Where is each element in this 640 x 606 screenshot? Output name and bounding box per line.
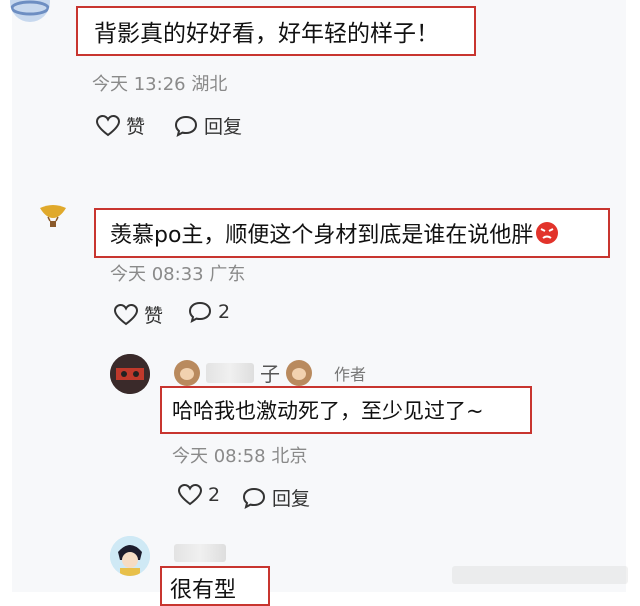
reply-1-like-count: 2 bbox=[208, 484, 221, 506]
heart-icon bbox=[114, 303, 138, 325]
reply-2-text-box: 很有型 bbox=[160, 566, 270, 606]
comment-1-like-label: 赞 bbox=[126, 116, 146, 138]
reply-1-text-box: 哈哈我也激动死了，至少见过了~ bbox=[160, 386, 532, 434]
avatar-image-icon bbox=[110, 354, 150, 394]
reply-1-reply-button[interactable]: 回复 bbox=[242, 484, 310, 511]
speech-bubble-icon bbox=[242, 487, 266, 509]
comment-1-text-box: 背影真的好好看，好年轻的样子！ bbox=[76, 6, 476, 56]
comment-1-text: 背影真的好好看，好年轻的样子！ bbox=[94, 21, 439, 47]
comment-1-meta: 今天 13:26 湖北 bbox=[92, 74, 228, 95]
reply-1-author-badge: 作者 bbox=[334, 364, 367, 384]
watermark bbox=[452, 566, 628, 584]
hot-air-balloon-icon bbox=[40, 205, 66, 227]
username-redacted bbox=[206, 362, 254, 383]
reply-1-author-row: 子 作者 bbox=[174, 358, 366, 387]
reply-1-name-suffix: 子 bbox=[260, 362, 280, 386]
reply-2-username-redacted bbox=[174, 544, 226, 562]
comment-2-meta: 今天 08:33 广东 bbox=[110, 264, 246, 285]
comment-1-reply-button[interactable]: 回复 bbox=[174, 112, 242, 139]
comment-2-reply-count: 2 bbox=[218, 301, 231, 323]
avatar-hot-air-balloon[interactable] bbox=[38, 204, 68, 230]
speech-bubble-icon bbox=[188, 301, 212, 323]
heart-icon bbox=[178, 484, 202, 506]
monkey-emoji-icon-2 bbox=[286, 359, 312, 386]
monkey-emoji-icon bbox=[174, 359, 200, 386]
comment-1-like-button[interactable]: 赞 bbox=[96, 112, 145, 139]
reply-1-avatar[interactable] bbox=[110, 354, 150, 394]
reply-2-text: 很有型 bbox=[170, 578, 237, 603]
reply-1-text: 哈哈我也激动死了，至少见过了~ bbox=[172, 399, 484, 423]
avatar-image-icon bbox=[110, 536, 150, 576]
comment-2-text: 羡慕po主，顺便这个身材到底是谁在说他胖 bbox=[110, 223, 534, 248]
comment-2-like-button[interactable]: 赞 bbox=[114, 301, 163, 328]
speech-bubble-icon bbox=[174, 115, 198, 137]
reply-2-avatar[interactable] bbox=[110, 536, 150, 576]
reply-1-reply-label: 回复 bbox=[272, 488, 311, 510]
reply-1-meta: 今天 08:58 北京 bbox=[172, 446, 308, 467]
comment-2-text-box: 羡慕po主，顺便这个身材到底是谁在说他胖 bbox=[94, 208, 610, 258]
heart-icon bbox=[96, 114, 120, 136]
angry-face-icon bbox=[536, 222, 559, 244]
comment-2-like-label: 赞 bbox=[144, 305, 164, 327]
reply-1-like-button[interactable]: 2 bbox=[178, 484, 220, 506]
comment-1-reply-label: 回复 bbox=[204, 116, 243, 138]
comment-2-reply-button[interactable]: 2 bbox=[188, 301, 230, 323]
